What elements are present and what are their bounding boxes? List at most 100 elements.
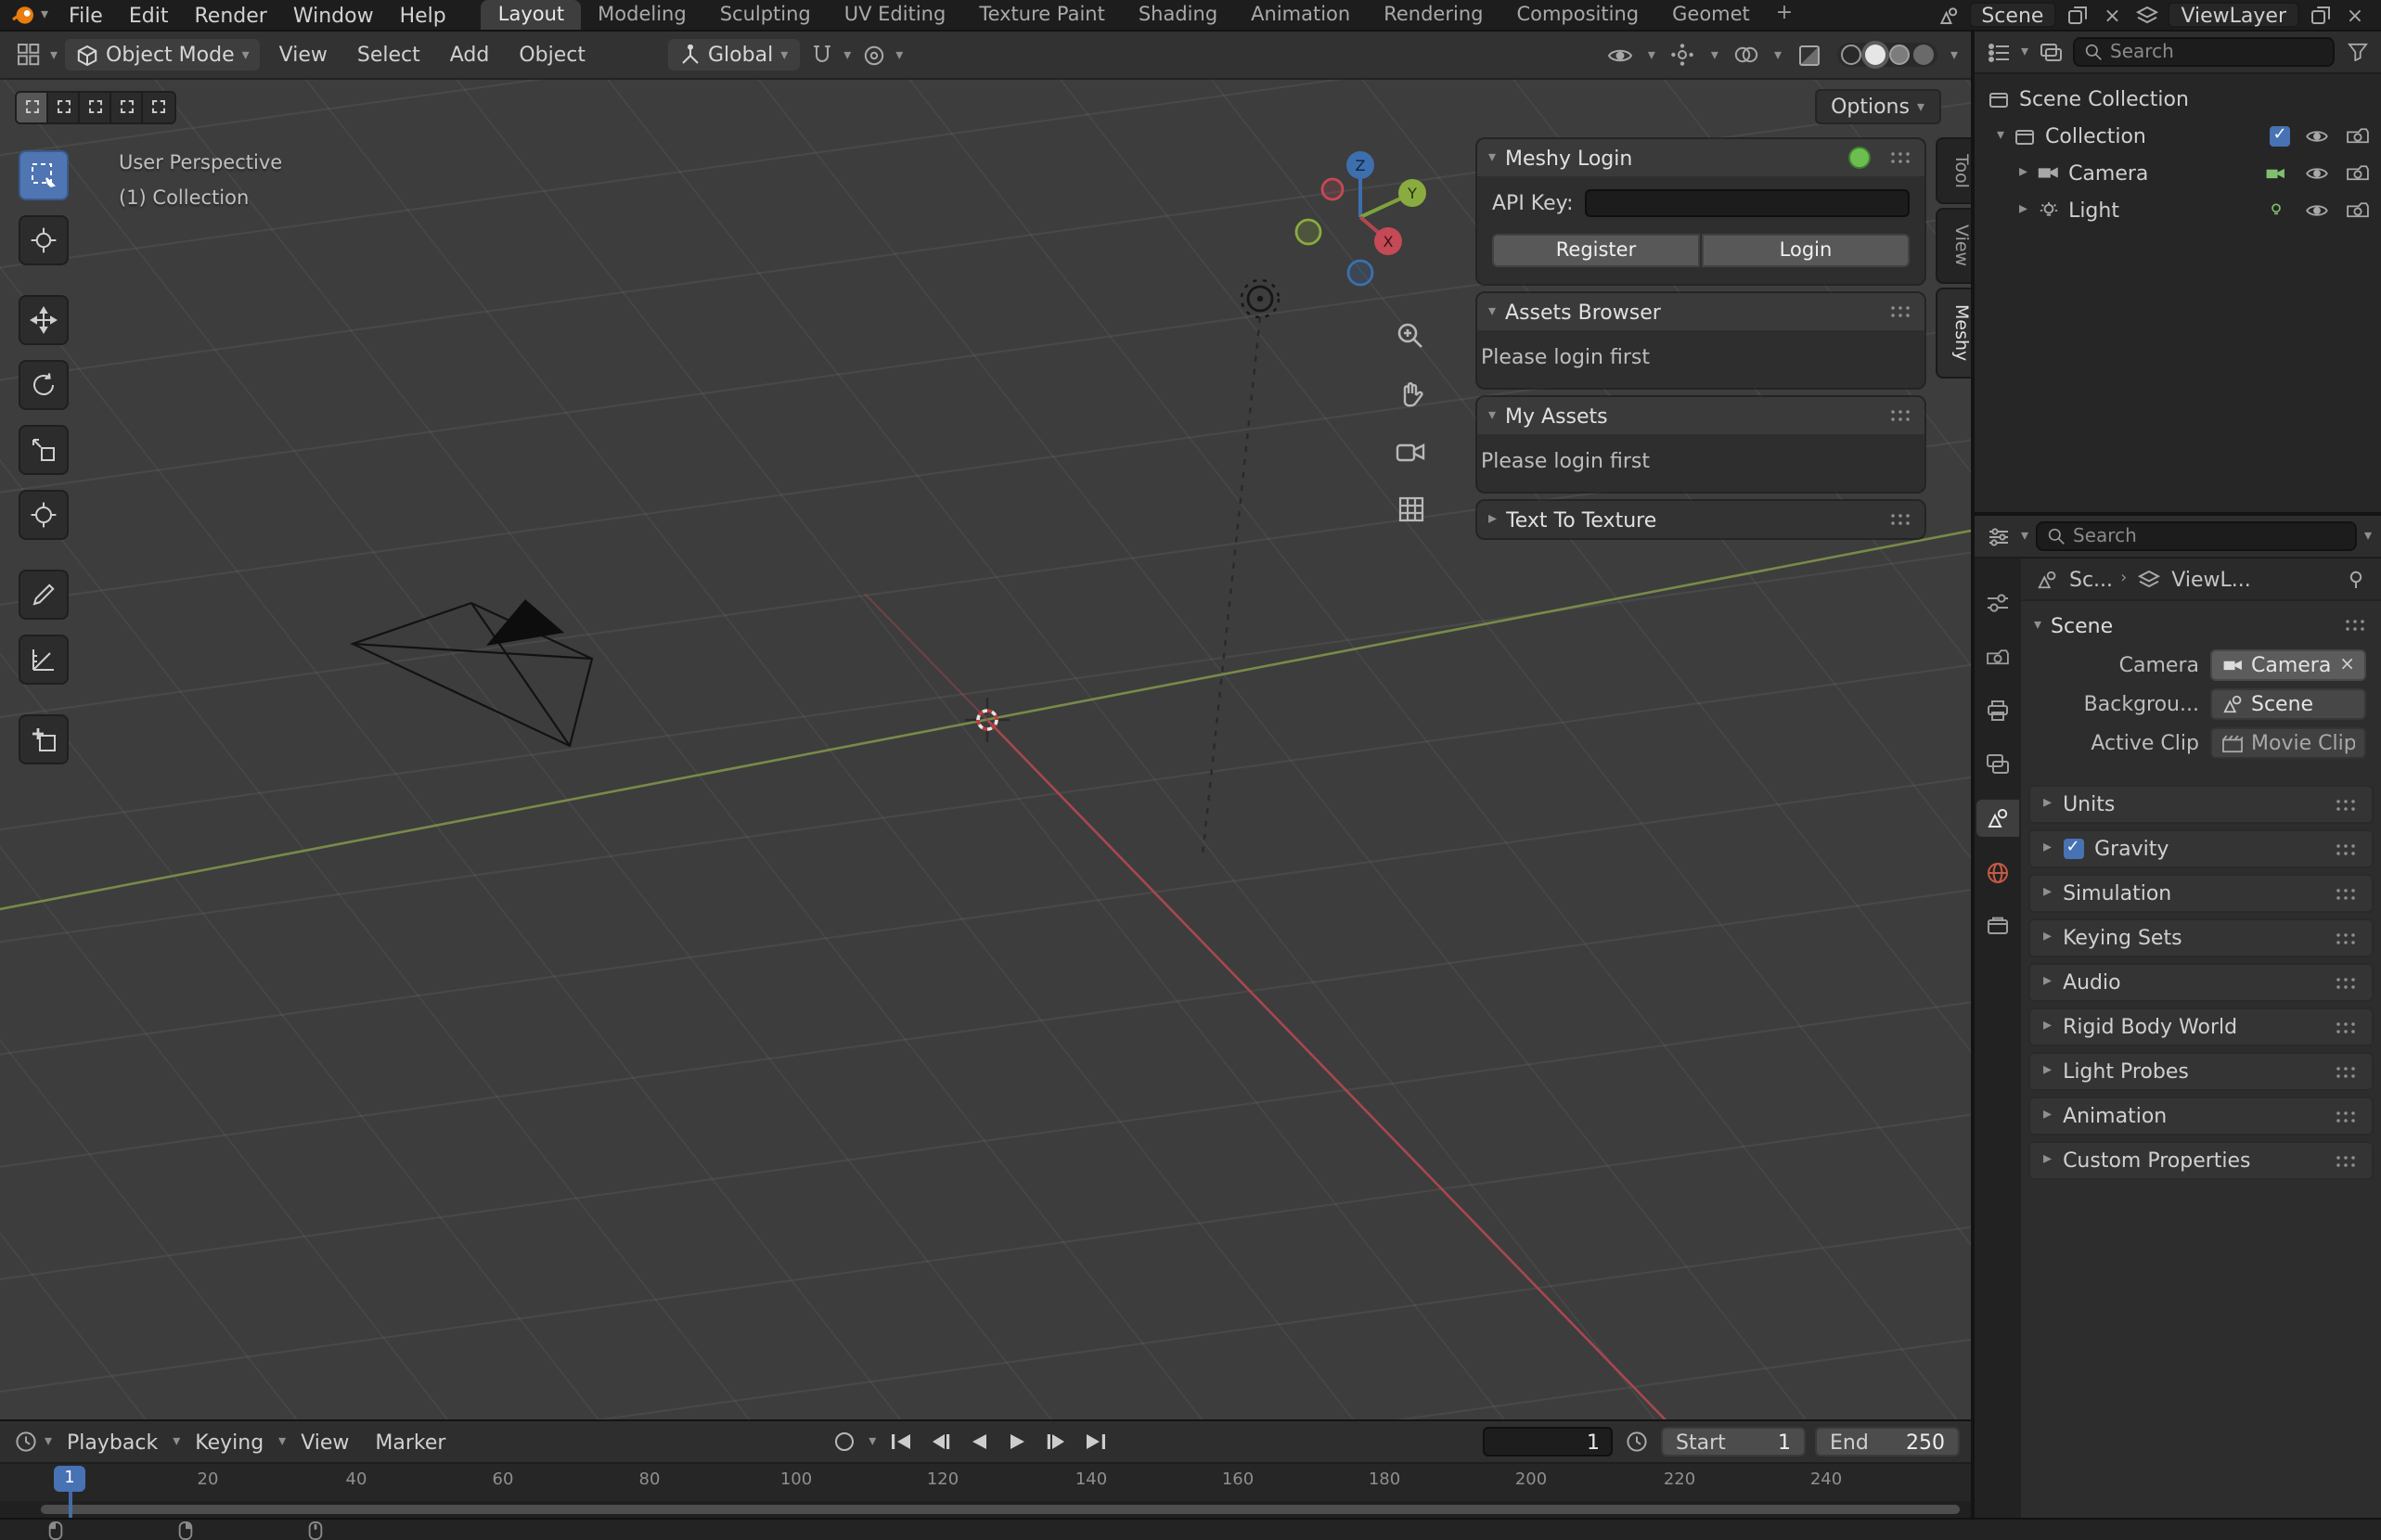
tab-collection-properties[interactable]: [1976, 907, 2019, 944]
outliner-editor-dropdown[interactable]: [1984, 39, 2014, 65]
workspace-tab-rendering[interactable]: Rendering: [1367, 0, 1499, 30]
outliner-row-collection[interactable]: ▾ Collection ✓: [1975, 117, 2381, 154]
editor-type-dropdown[interactable]: [13, 42, 43, 68]
timeline-ruler[interactable]: 20 40 60 80 100 120 140 160 180 200 220 …: [0, 1464, 1971, 1501]
gizmo-y-negative[interactable]: [1296, 220, 1320, 244]
menu-add[interactable]: Add: [439, 43, 501, 67]
breadcrumb-scene[interactable]: Sc...: [2069, 567, 2113, 591]
outliner-search-input[interactable]: [2110, 42, 2323, 62]
section-keying-sets[interactable]: ▸ Keying Sets: [2028, 918, 2374, 957]
camera-view-icon[interactable]: [1388, 429, 1433, 473]
next-keyframe-button[interactable]: [1041, 1429, 1071, 1455]
gizmos-dropdown[interactable]: [1668, 42, 1698, 68]
hide-viewport-eye-icon[interactable]: [2301, 160, 2331, 186]
select-mode-subtract[interactable]: [80, 92, 111, 122]
shading-solid-button[interactable]: [1865, 45, 1885, 65]
viewport-3d[interactable]: User Perspective (1) Collection Options …: [0, 80, 1971, 1419]
disable-render-camera-icon[interactable]: [2342, 122, 2372, 148]
new-viewlayer-button[interactable]: [2305, 2, 2335, 28]
menu-view-timeline[interactable]: View: [290, 1430, 360, 1454]
unlink-scene-button[interactable]: ×: [2097, 2, 2127, 28]
register-button[interactable]: Register: [1492, 234, 1700, 267]
outliner-display-mode-icon[interactable]: [2036, 39, 2066, 65]
remove-viewlayer-button[interactable]: ×: [2340, 2, 2370, 28]
grip-handle[interactable]: [1889, 304, 1913, 319]
navigation-gizmo[interactable]: Z Y X: [1282, 143, 1438, 299]
workspace-tab-layout[interactable]: Layout: [482, 0, 581, 30]
sidebar-tab-tool[interactable]: Tool: [1936, 137, 1971, 205]
current-frame-field[interactable]: 1: [1483, 1427, 1613, 1457]
tool-annotate[interactable]: [19, 570, 69, 620]
gravity-checkbox[interactable]: ✓: [2063, 839, 2083, 859]
mode-selector[interactable]: Object Mode ▾: [65, 39, 261, 71]
tab-world-properties[interactable]: [1976, 853, 2019, 891]
workspace-tab-sculpting[interactable]: Sculpting: [703, 0, 828, 30]
xray-toggle[interactable]: [1795, 42, 1824, 68]
text-to-texture-header[interactable]: ▸ Text To Texture: [1477, 501, 1924, 538]
hide-viewport-eye-icon[interactable]: [2301, 197, 2331, 223]
tool-scale[interactable]: [19, 425, 69, 475]
grip-handle[interactable]: [2335, 1020, 2359, 1034]
workspace-tab-texture-paint[interactable]: Texture Paint: [962, 0, 1122, 30]
outliner-search[interactable]: [2073, 37, 2335, 67]
tab-output-properties[interactable]: [1976, 692, 2019, 729]
grip-handle[interactable]: [2335, 1109, 2359, 1123]
scene-camera-field[interactable]: Camera ×: [2210, 649, 2366, 681]
transform-orientation-dropdown[interactable]: Global ▾: [667, 39, 799, 71]
outliner-row-camera[interactable]: ▸ Camera: [1975, 154, 2381, 191]
grip-handle[interactable]: [2335, 797, 2359, 812]
clear-camera-icon[interactable]: ×: [2339, 655, 2355, 675]
viewlayer-selector[interactable]: ViewLayer: [2168, 2, 2299, 28]
select-mode-new[interactable]: [17, 92, 48, 122]
tool-rotate[interactable]: [19, 360, 69, 410]
tool-select-box[interactable]: [19, 150, 69, 200]
grip-handle[interactable]: [2335, 1064, 2359, 1079]
workspace-tab-geometry-nodes[interactable]: Geomet: [1655, 0, 1767, 30]
tab-render-properties[interactable]: [1976, 638, 2019, 675]
gizmo-x-negative[interactable]: [1322, 179, 1343, 199]
workspace-tab-modeling[interactable]: Modeling: [581, 0, 703, 30]
collection-checkbox[interactable]: ✓: [2270, 125, 2290, 146]
menu-keying[interactable]: Keying: [184, 1430, 275, 1454]
playhead[interactable]: 1: [54, 1466, 85, 1492]
tool-move[interactable]: [19, 295, 69, 345]
grip-handle[interactable]: [2335, 1153, 2359, 1168]
proportional-dropdown[interactable]: ▾: [895, 47, 903, 62]
scene-panel-header[interactable]: ▾ Scene: [2021, 607, 2381, 644]
tab-viewlayer-properties[interactable]: [1976, 746, 2019, 783]
section-light-probes[interactable]: ▸ Light Probes: [2028, 1052, 2374, 1091]
menu-help[interactable]: Help: [387, 0, 459, 31]
browse-scene-icon[interactable]: [1933, 2, 1963, 28]
workspace-tab-uv-editing[interactable]: UV Editing: [828, 0, 963, 30]
breadcrumb-viewlayer[interactable]: ViewL...: [2171, 567, 2250, 591]
expand-collection-icon[interactable]: ▾: [1997, 128, 2004, 143]
assets-browser-header[interactable]: ▾ Assets Browser: [1477, 293, 1924, 330]
meshy-login-header[interactable]: ▾ Meshy Login: [1477, 139, 1924, 176]
grip-handle[interactable]: [1889, 512, 1913, 527]
workspace-tab-animation[interactable]: Animation: [1234, 0, 1367, 30]
keying-time-icon[interactable]: [1622, 1429, 1652, 1455]
expand-camera-icon[interactable]: ▸: [2019, 164, 2027, 181]
my-assets-header[interactable]: ▾ My Assets: [1477, 397, 1924, 434]
menu-select[interactable]: Select: [346, 43, 431, 67]
shading-wireframe-button[interactable]: [1841, 45, 1861, 65]
timeline-scrollbar-thumb[interactable]: [41, 1505, 1960, 1514]
properties-search-input[interactable]: [2073, 526, 2346, 546]
tool-add-cube[interactable]: [19, 714, 69, 764]
disable-render-camera-icon[interactable]: [2342, 160, 2372, 186]
properties-options-dropdown[interactable]: ▾: [2364, 529, 2372, 544]
background-scene-field[interactable]: Scene: [2210, 688, 2366, 720]
gizmo-z-negative[interactable]: [1348, 261, 1372, 285]
select-mode-intersect[interactable]: [143, 92, 174, 122]
tool-cursor[interactable]: [19, 215, 69, 265]
pan-hand-icon[interactable]: [1388, 371, 1433, 416]
menu-render[interactable]: Render: [182, 0, 280, 31]
sidebar-tab-view[interactable]: View: [1936, 209, 1971, 284]
section-gravity[interactable]: ▸ ✓ Gravity: [2028, 829, 2374, 868]
workspace-tab-shading[interactable]: Shading: [1122, 0, 1234, 30]
new-scene-button[interactable]: [2062, 2, 2091, 28]
select-mode-invert[interactable]: [111, 92, 143, 122]
menu-view[interactable]: View: [268, 43, 339, 67]
section-animation[interactable]: ▸ Animation: [2028, 1097, 2374, 1136]
timeline-editor-dropdown[interactable]: [11, 1429, 41, 1455]
